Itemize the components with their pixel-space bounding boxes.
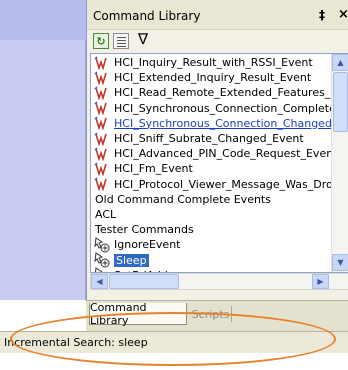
list-item[interactable]: HCI_Inquiry_Result_with_RSSI_Event — [91, 55, 331, 70]
list-item-label: Sleep — [114, 253, 149, 267]
list-item-label: HCI_Inquiry_Result_with_RSSI_Event — [114, 56, 313, 69]
event-icon — [94, 116, 108, 131]
command-icon — [93, 237, 111, 253]
event-icon — [94, 101, 108, 116]
list-item[interactable]: HCI_Synchronous_Connection_Changed_Ever — [91, 116, 348, 131]
panel-toolbar: ↻ ∇ — [87, 30, 348, 52]
event-icon — [94, 71, 108, 85]
list-item-label: Tester Commands — [95, 223, 194, 237]
vertical-scroll-thumb[interactable] — [333, 72, 348, 132]
bottom-area — [0, 353, 348, 370]
scroll-down-icon[interactable]: ▼ — [332, 254, 348, 271]
event-icon — [94, 147, 108, 161]
close-icon[interactable]: × — [338, 7, 348, 22]
list-item[interactable]: HCI_Advanced_PIN_Code_Request_Event — [91, 146, 338, 161]
left-side-strip-top — [0, 0, 86, 40]
panel-title-bar: Command Library ‡ × — [87, 0, 348, 30]
list-item[interactable]: HCI_Read_Remote_Extended_Features_Comp — [91, 85, 348, 100]
list-item-label: IgnoreEvent — [114, 238, 181, 252]
list-item-label: HCI_Sniff_Subrate_Changed_Event — [114, 132, 304, 145]
list-item[interactable]: Old Command Complete Events — [91, 192, 331, 207]
filter-icon[interactable]: ∇ — [135, 30, 151, 48]
tab-command-library[interactable]: Command Library — [89, 301, 187, 327]
list-item[interactable]: HCI_Sniff_Subrate_Changed_Event — [91, 131, 331, 146]
pin-icon[interactable]: ‡ — [319, 8, 325, 22]
status-bar: Incremental Search: sleep — [0, 331, 348, 353]
list-item[interactable]: HCI_Fm_Event — [91, 161, 331, 176]
list-item-label: HCI_Protocol_Viewer_Message_Was_Dropped — [114, 177, 348, 191]
list-item[interactable]: HCI_Synchronous_Connection_Complete_Eve — [91, 101, 348, 116]
event-icon — [94, 86, 108, 100]
command-list[interactable]: HCI_Inquiry_Result_with_RSSI_Event HCI_Ex… — [90, 53, 348, 273]
command-icon — [93, 252, 111, 268]
list-view-icon[interactable] — [113, 33, 129, 49]
vertical-scrollbar[interactable]: ▲ ▼ — [331, 54, 348, 272]
list-item[interactable]: Tester Commands — [91, 222, 331, 237]
panel-tab-strip: Command Library Scripts — [86, 300, 348, 331]
list-item-label: HCI_Read_Remote_Extended_Features_Comp — [114, 86, 348, 100]
list-item-label: HCI_Synchronous_Connection_Complete_Eve — [114, 101, 348, 115]
scroll-up-icon[interactable]: ▲ — [332, 54, 348, 71]
list-item[interactable]: HCI_Protocol_Viewer_Message_Was_Dropped — [91, 177, 348, 192]
left-side-strip — [0, 0, 86, 300]
event-icon — [94, 56, 108, 70]
list-item[interactable]: Sleep — [91, 252, 331, 268]
list-item-label: HCI_Synchronous_Connection_Changed_Ever — [114, 116, 348, 130]
list-item-label: HCI_Extended_Inquiry_Result_Event — [114, 71, 312, 85]
list-item-label: Old Command Complete Events — [95, 192, 271, 206]
list-item-label: ACL — [95, 208, 117, 221]
event-icon — [94, 177, 108, 192]
command-library-panel: Command Library ‡ × ↻ ∇ HCI_Inquiry_Resu… — [86, 0, 348, 331]
event-icon — [94, 132, 108, 146]
list-item[interactable]: HCI_Extended_Inquiry_Result_Event — [91, 70, 331, 85]
list-item[interactable]: ACL — [91, 207, 331, 222]
list-item-label: HCI_Fm_Event — [114, 162, 193, 176]
event-icon — [94, 162, 108, 176]
status-text: Incremental Search: sleep — [4, 336, 148, 349]
scroll-right-icon[interactable]: ▶ — [312, 274, 329, 289]
horizontal-scrollbar[interactable]: ◀ ▶ — [90, 273, 348, 290]
refresh-icon[interactable]: ↻ — [93, 33, 109, 49]
panel-title: Command Library — [93, 9, 201, 23]
horizontal-scroll-thumb[interactable] — [109, 274, 179, 289]
list-item[interactable]: IgnoreEvent — [91, 237, 331, 253]
list-item-label: HCI_Advanced_PIN_Code_Request_Event — [114, 147, 338, 161]
scroll-left-icon[interactable]: ◀ — [91, 274, 108, 289]
tab-scripts[interactable]: Scripts — [190, 306, 232, 322]
